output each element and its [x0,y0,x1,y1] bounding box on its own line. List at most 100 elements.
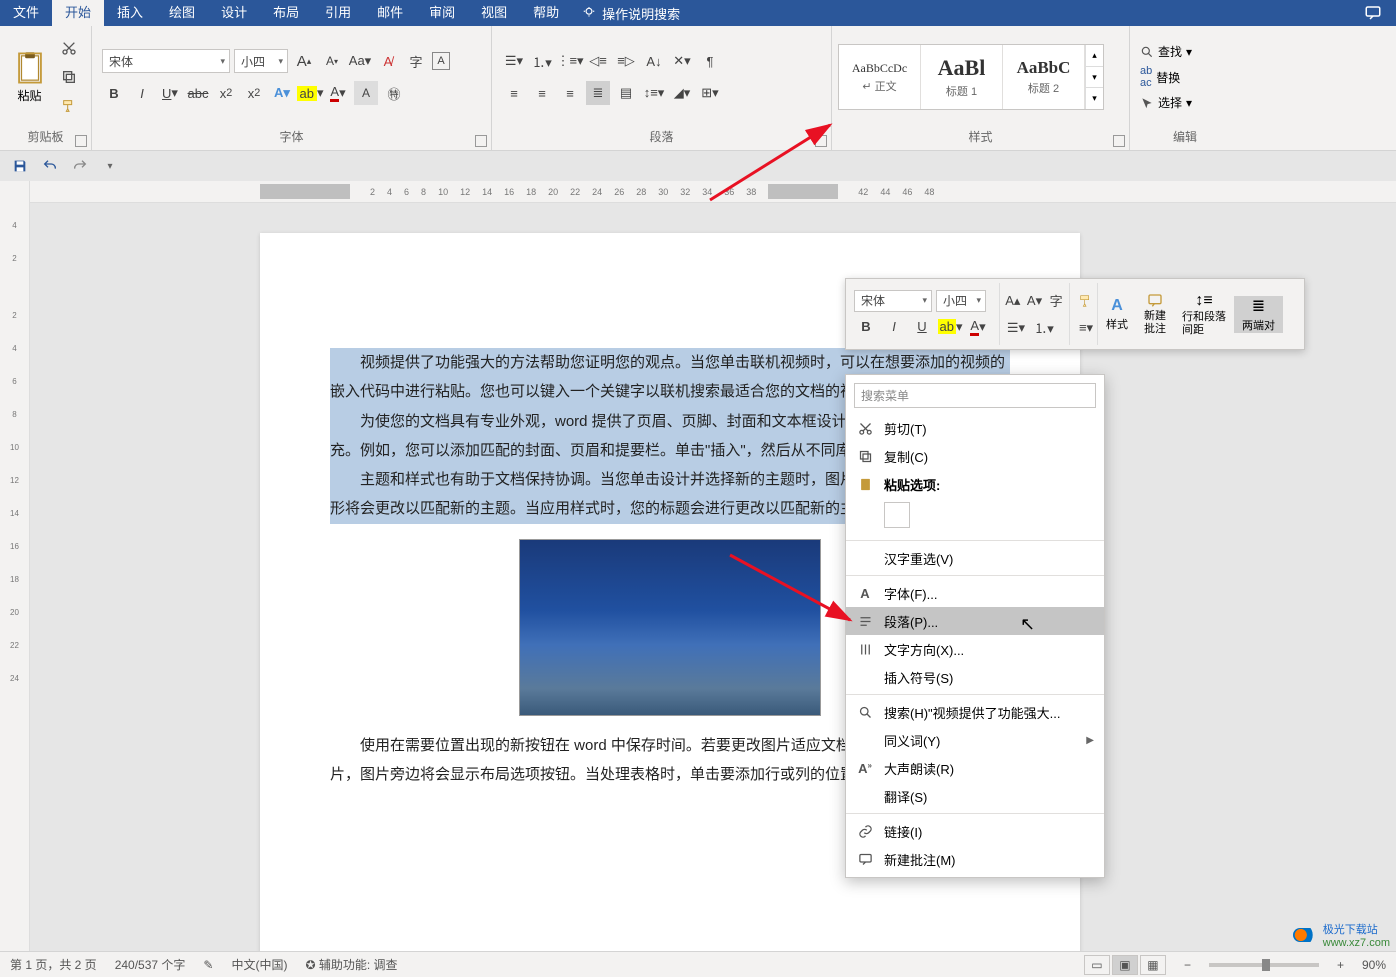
mini-spacing-button[interactable]: ↕≡行和段落 间距 [1174,292,1234,335]
justify-icon[interactable]: ≣ [586,81,610,105]
line-spacing-icon[interactable]: ↕≡▾ [642,81,666,105]
replace-button[interactable]: abac替换 [1140,65,1192,89]
ctx-text-direction[interactable]: 文字方向(X)... [846,635,1104,663]
mini-bold-icon[interactable]: B [854,315,878,339]
char-border-icon[interactable]: A [432,52,450,70]
increase-indent-icon[interactable]: ≡▷ [614,49,638,73]
font-size-dropdown[interactable]: 小四▾ [234,49,288,73]
grow-font-icon[interactable]: A▴ [292,49,316,73]
tab-view[interactable]: 视图 [468,0,520,26]
subscript-icon[interactable]: x2 [214,81,238,105]
paste-button[interactable]: 粘贴 [6,37,53,117]
ctx-font[interactable]: A字体(F)... [846,579,1104,607]
mini-italic-icon[interactable]: I [882,315,906,339]
style-normal[interactable]: AaBbCcDc↵ 正文 [839,45,921,109]
redo-icon[interactable] [68,154,92,178]
status-language[interactable]: 中文(中国) [231,956,287,973]
undo-icon[interactable] [38,154,62,178]
mini-shrink-icon[interactable]: A▾ [1026,289,1044,313]
inline-image[interactable] [520,540,820,715]
mini-font-name[interactable]: 宋体▾ [854,290,932,312]
style-heading1[interactable]: AaBl标题 1 [921,45,1003,109]
ctx-insert-symbol[interactable]: 插入符号(S) [846,663,1104,691]
asian-layout-icon[interactable]: ✕▾ [670,49,694,73]
phonetic-guide-icon[interactable]: 字 [404,49,428,73]
ctx-copy[interactable]: 复制(C) [846,442,1104,470]
ctx-reconvert[interactable]: 汉字重选(V) [846,544,1104,572]
status-spellcheck-icon[interactable]: ✎ [203,958,213,972]
ctx-translate[interactable]: 翻译(S) [846,782,1104,810]
clear-format-icon[interactable]: A̸ [376,49,400,73]
mini-numbering-icon[interactable]: ⒈▾ [1032,316,1056,340]
style-gallery[interactable]: AaBbCcDc↵ 正文 AaBl标题 1 AaBbC标题 2 ▴ ▾ ▾ [838,44,1104,110]
font-launcher[interactable] [475,135,487,147]
sort-icon[interactable]: A↓ [642,49,666,73]
highlight-icon[interactable]: ab▾ [298,81,322,105]
style-heading2[interactable]: AaBbC标题 2 [1003,45,1085,109]
tab-review[interactable]: 审阅 [416,0,468,26]
save-icon[interactable] [8,154,32,178]
ctx-synonym[interactable]: 同义词(Y)▶ [846,726,1104,754]
tab-insert[interactable]: 插入 [104,0,156,26]
tab-home[interactable]: 开始 [52,0,104,26]
view-print-icon[interactable]: ▣ [1112,955,1138,975]
tell-me-search[interactable]: 操作说明搜索 [582,4,680,23]
tab-file[interactable]: 文件 [0,0,52,26]
mini-highlight-icon[interactable]: ab▾ [938,315,962,339]
show-marks-icon[interactable]: ¶ [698,49,722,73]
format-painter-icon[interactable] [57,94,81,118]
text-effects-icon[interactable]: A▾ [270,81,294,105]
char-shading-icon[interactable]: A [354,81,378,105]
clipboard-launcher[interactable] [75,135,87,147]
mini-styles-button[interactable]: A样式 [1098,297,1136,332]
numbering-icon[interactable]: ⒈▾ [530,49,554,73]
copy-icon[interactable] [57,65,81,89]
zoom-level[interactable]: 90% [1362,958,1386,972]
tab-references[interactable]: 引用 [312,0,364,26]
bold-icon[interactable]: B [102,81,126,105]
distribute-icon[interactable]: ▤ [614,81,638,105]
style-expand[interactable]: ▾ [1086,87,1103,109]
style-scroll-up[interactable]: ▴ [1086,45,1103,66]
status-words[interactable]: 240/537 个字 [115,956,186,973]
zoom-in-icon[interactable]: + [1337,958,1344,972]
view-read-icon[interactable]: ▭ [1084,955,1110,975]
cut-icon[interactable] [57,36,81,60]
mini-comment-button[interactable]: 新建 批注 [1136,293,1174,334]
tab-layout[interactable]: 布局 [260,0,312,26]
underline-icon[interactable]: U▾ [158,81,182,105]
italic-icon[interactable]: I [130,81,154,105]
borders-icon[interactable]: ⊞▾ [698,81,722,105]
ctx-paragraph[interactable]: 段落(P)... [846,607,1104,635]
context-search-input[interactable]: 搜索菜单 [854,383,1096,408]
tab-design[interactable]: 设计 [208,0,260,26]
mini-underline-icon[interactable]: U [910,315,934,339]
ctx-read-aloud[interactable]: A»大声朗读(R) [846,754,1104,782]
ctx-new-comment[interactable]: 新建批注(M) [846,845,1104,873]
align-center-icon[interactable]: ≡ [530,81,554,105]
select-button[interactable]: 选择 ▾ [1140,94,1192,111]
font-color-icon[interactable]: A▾ [326,81,350,105]
ctx-search[interactable]: 搜索(H)"视频提供了功能强大... [846,698,1104,726]
styles-launcher[interactable] [1113,135,1125,147]
qat-customize-icon[interactable]: ▾ [98,154,122,178]
tab-mail[interactable]: 邮件 [364,0,416,26]
change-case-icon[interactable]: Aa▾ [348,49,372,73]
shading-icon[interactable]: ◢▾ [670,81,694,105]
mini-bullets-icon[interactable]: ☰▾ [1004,316,1028,340]
enclose-char-icon[interactable]: ㊕ [382,81,406,105]
style-scroll-down[interactable]: ▾ [1086,66,1103,88]
multilevel-icon[interactable]: ⋮≡▾ [558,49,582,73]
view-web-icon[interactable]: ▦ [1140,955,1166,975]
zoom-slider[interactable] [1209,963,1319,967]
ctx-cut[interactable]: 剪切(T) [846,414,1104,442]
strikethrough-icon[interactable]: abc [186,81,210,105]
mini-indent-icon[interactable]: ≡▾ [1074,316,1098,340]
mini-fontcolor-icon[interactable]: A▾ [966,315,990,339]
font-name-dropdown[interactable]: 宋体▾ [102,49,230,73]
bullets-icon[interactable]: ☰▾ [502,49,526,73]
paragraph-launcher[interactable] [815,135,827,147]
shrink-font-icon[interactable]: A▾ [320,49,344,73]
find-button[interactable]: 查找 ▾ [1140,43,1192,60]
mini-justify-button[interactable]: ≣两端对 [1234,296,1283,333]
